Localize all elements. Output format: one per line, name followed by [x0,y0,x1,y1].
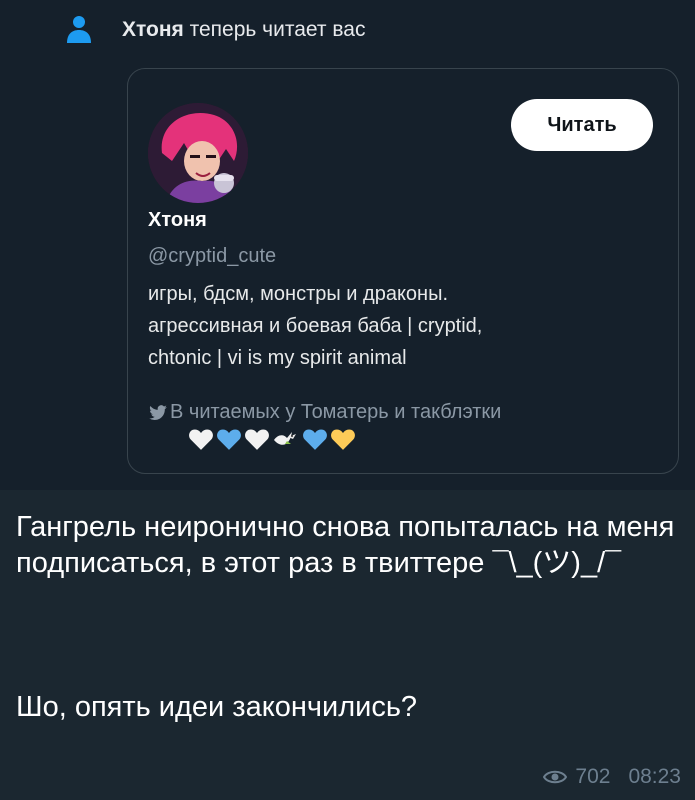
bio-line: chtonic | vi is my spirit animal [148,347,407,369]
bio-emoji-row [188,427,356,451]
avatar[interactable] [148,103,248,203]
message-text: Гангрель неиронично снова попыталась на … [16,509,686,725]
notification-text: Хтоня теперь читает вас [122,18,366,41]
follow-button[interactable]: Читать [511,99,653,151]
eye-icon [543,770,568,784]
profile-bio: игры, бдсм, монстры и драконы. агрессивн… [148,278,658,374]
followed-by[interactable]: В читаемых у Томатерь и такблэтки [148,401,501,424]
person-icon [67,16,91,43]
yellow-heart-icon [331,429,355,450]
profile-handle[interactable]: @cryptid_cute [148,245,276,268]
message-time: 08:23 [628,765,681,788]
bio-line: игры, бдсм, монстры и драконы. [148,283,449,305]
profile-card[interactable]: Читать Хтоня @cryptid_cute игры, бдсм, м… [127,68,679,474]
message-meta: 702 08:23 [543,765,681,789]
views-count: 702 [575,765,611,788]
message-paragraph: Шо, опять идеи закончились? [16,691,418,723]
notification-name[interactable]: Хтоня [122,18,184,41]
bio-line: агрессивная и боевая баба | cryptid, [148,315,483,337]
white-heart-icon [245,429,269,450]
follow-notification[interactable]: Хтоня теперь читает вас [67,12,366,48]
profile-display-name[interactable]: Хтоня [148,209,207,232]
twitter-bird-icon [149,404,167,420]
embedded-screenshot: Хтоня теперь читает вас Читать Хтоня @cr… [0,0,695,490]
white-heart-icon [189,429,213,450]
dove-icon [274,432,296,445]
avatar-image [148,103,248,203]
message-paragraph: Гангрель неиронично снова попыталась на … [16,511,675,579]
blue-heart-icon [303,429,327,450]
blue-heart-icon [217,429,241,450]
